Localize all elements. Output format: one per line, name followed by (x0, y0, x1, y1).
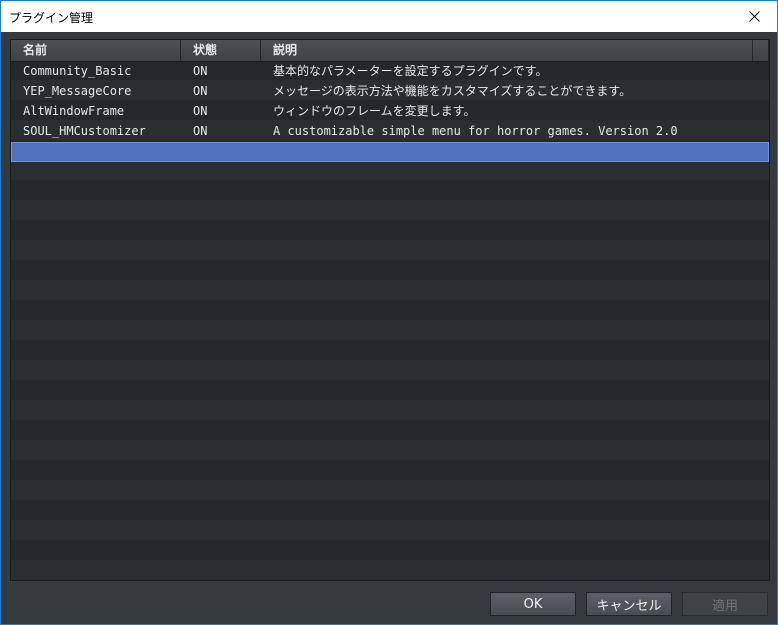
dialog-buttons: OK キャンセル 適用 (490, 592, 768, 616)
table-row[interactable]: AltWindowFrame ON ウィンドウのフレームを変更します。 (11, 102, 769, 122)
plugin-status: ON (193, 124, 208, 138)
plugin-name: Community_Basic (23, 64, 132, 78)
plugin-description: A customizable simple menu for horror ga… (273, 124, 678, 138)
plugin-status: ON (193, 104, 208, 118)
dialog-content: 名前 状態 説明 Community_Basic ON 基本的なパラメーターを設… (1, 32, 777, 624)
table-row-selected-empty[interactable] (11, 142, 769, 162)
ok-button[interactable]: OK (490, 592, 576, 616)
plugin-name: AltWindowFrame (23, 104, 125, 118)
plugin-name: SOUL_HMCustomizer (23, 124, 146, 138)
plugin-manager-window: プラグイン管理 名前 状態 説明 Community_Basic ON 基本的な… (0, 0, 778, 625)
table-row[interactable]: SOUL_HMCustomizer ON A customizable simp… (11, 122, 769, 142)
plugin-description: メッセージの表示方法や機能をカスタマイズすることができます。 (273, 84, 632, 98)
window-title: プラグイン管理 (9, 11, 94, 25)
plugin-description: 基本的なパラメーターを設定するプラグインです。 (273, 64, 548, 78)
plugin-status (181, 142, 261, 162)
table-row[interactable]: Community_Basic ON 基本的なパラメーターを設定するプラグインで… (11, 62, 769, 82)
column-header-spacer (753, 40, 769, 61)
cancel-button[interactable]: キャンセル (586, 592, 672, 616)
apply-button[interactable]: 適用 (682, 592, 768, 616)
plugin-status: ON (193, 64, 208, 78)
plugin-description: ウィンドウのフレームを変更します。 (273, 104, 476, 118)
column-header-name[interactable]: 名前 (11, 40, 181, 61)
table-body: Community_Basic ON 基本的なパラメーターを設定するプラグインで… (11, 62, 769, 162)
column-header-description[interactable]: 説明 (261, 40, 753, 61)
table-row[interactable]: YEP_MessageCore ON メッセージの表示方法や機能をカスタマイズす… (11, 82, 769, 102)
plugin-description (261, 142, 753, 162)
column-header-status[interactable]: 状態 (181, 40, 261, 61)
table-header: 名前 状態 説明 (11, 40, 769, 62)
close-icon (748, 10, 760, 22)
title-bar[interactable]: プラグイン管理 (1, 1, 777, 32)
plugin-name: YEP_MessageCore (23, 84, 132, 98)
plugin-table: 名前 状態 説明 Community_Basic ON 基本的なパラメーターを設… (10, 39, 770, 581)
plugin-status: ON (193, 84, 208, 98)
plugin-name (11, 142, 181, 162)
close-button[interactable] (731, 1, 777, 31)
